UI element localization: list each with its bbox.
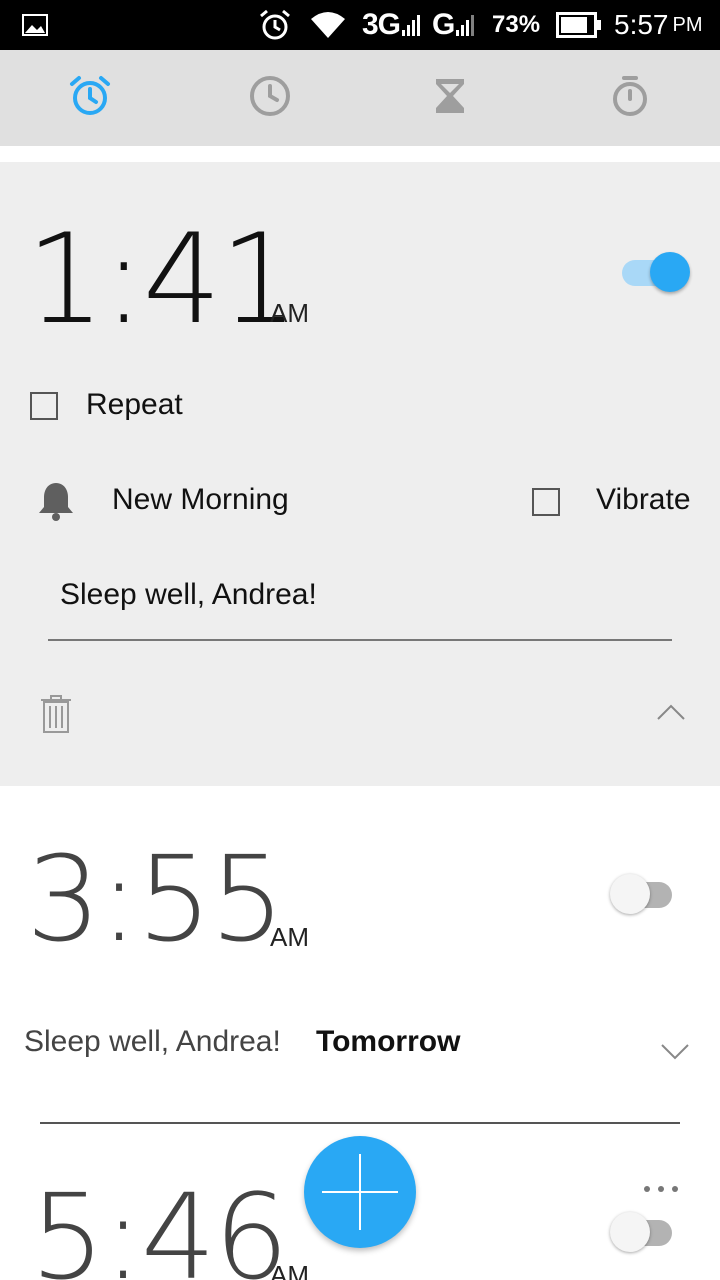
alarm-day: Tomorrow xyxy=(316,1025,461,1058)
chevron-down-icon[interactable] xyxy=(660,1042,690,1067)
battery-icon xyxy=(556,0,602,50)
network-g: G xyxy=(432,0,475,50)
divider xyxy=(40,1122,680,1124)
tab-timer[interactable] xyxy=(360,50,540,146)
battery-percentage: 73% xyxy=(492,11,541,38)
tab-alarm[interactable] xyxy=(0,50,180,146)
tab-stopwatch[interactable] xyxy=(540,50,720,146)
tab-clock[interactable] xyxy=(180,50,360,146)
repeat-label: Repeat xyxy=(86,388,183,421)
status-bar: 3G G 73% 5:57 PM xyxy=(0,0,720,50)
signal-icon xyxy=(456,14,475,36)
wifi-icon xyxy=(310,0,346,50)
network-3g: 3G xyxy=(362,0,421,50)
alarm-toggle[interactable] xyxy=(622,246,690,302)
repeat-checkbox[interactable] xyxy=(30,392,58,420)
tab-bar xyxy=(0,50,720,146)
vibrate-checkbox[interactable] xyxy=(532,488,560,516)
alarm-card-expanded[interactable]: 1:41 AM Repeat New Morning Vibrate Sleep… xyxy=(0,162,720,786)
signal-icon xyxy=(402,14,421,36)
alarm-label: Sleep well, Andrea! xyxy=(24,1025,281,1058)
more-options-icon[interactable] xyxy=(644,1186,678,1192)
chevron-up-icon[interactable] xyxy=(656,702,686,727)
status-time: 5:57 PM xyxy=(614,9,703,40)
toggle-thumb xyxy=(610,1212,650,1252)
add-alarm-button[interactable] xyxy=(304,1136,416,1248)
clock-icon xyxy=(248,74,292,123)
stopwatch-icon xyxy=(608,74,652,123)
alarm-time[interactable]: 5:46 xyxy=(30,1178,289,1280)
alarm-time[interactable]: 1:41 xyxy=(26,218,298,342)
vibrate-label: Vibrate xyxy=(596,483,691,516)
hourglass-icon xyxy=(428,74,472,123)
alarm-toggle[interactable] xyxy=(610,1206,676,1262)
alarm-label-input[interactable]: Sleep well, Andrea! xyxy=(60,578,317,612)
alarm-ampm: AM xyxy=(270,1260,309,1280)
alarm-toggle[interactable] xyxy=(610,868,676,924)
trash-icon[interactable] xyxy=(38,694,74,739)
alarm-ampm: AM xyxy=(270,298,309,328)
alarm-icon xyxy=(258,0,292,50)
gallery-icon xyxy=(22,0,48,50)
bell-icon xyxy=(36,480,76,527)
toggle-thumb xyxy=(610,874,650,914)
alarm-clock-icon xyxy=(68,74,112,123)
alarm-ampm: AM xyxy=(270,922,309,952)
ringtone-selector[interactable]: New Morning xyxy=(112,483,289,517)
toggle-thumb xyxy=(650,252,690,292)
alarm-time[interactable]: 3:55 xyxy=(26,840,285,958)
label-underline xyxy=(48,639,672,641)
